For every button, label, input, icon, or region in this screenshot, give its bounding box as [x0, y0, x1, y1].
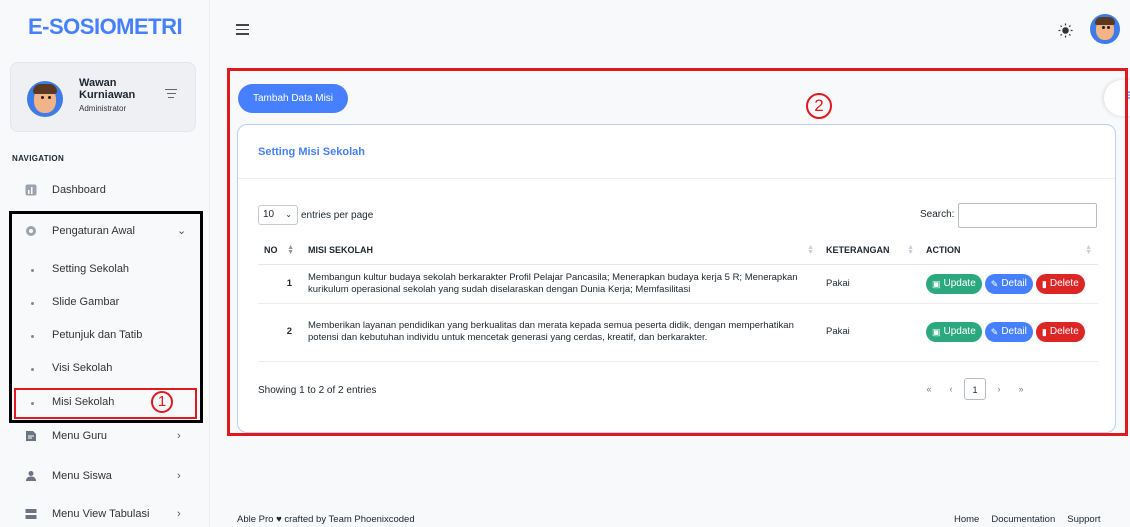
filter-icon[interactable]: [165, 89, 177, 99]
sidebar-item-menu-view-tabulasi[interactable]: Menu View Tabulasi: [52, 508, 149, 520]
dashboard-icon: [25, 184, 37, 196]
sidebar-item-menu-siswa[interactable]: Menu Siswa: [52, 470, 112, 482]
theme-toggle-icon[interactable]: [1058, 23, 1073, 38]
sidebar: E-SOSIOMETRI Wawan Kurniawan Administrat…: [0, 0, 210, 527]
app-logo[interactable]: E-SOSIOMETRI: [28, 14, 183, 40]
header-avatar[interactable]: [1090, 14, 1120, 44]
menu-toggle-icon[interactable]: [236, 24, 249, 35]
chevron-right-icon: ›: [177, 508, 181, 520]
chevron-right-icon: ›: [177, 430, 181, 442]
sidebar-item-dashboard[interactable]: Dashboard: [52, 184, 106, 196]
teacher-icon: [26, 431, 36, 441]
footer-links: Home Documentation Support: [954, 514, 1101, 525]
table-icon: [25, 509, 37, 519]
footer-credit: Able Pro ♥ crafted by Team Phoenixcoded: [237, 514, 415, 525]
footer-link-home[interactable]: Home: [954, 514, 979, 525]
annotation-marker-1: 1: [151, 391, 173, 413]
user-name: Wawan Kurniawan: [79, 77, 136, 101]
nav-caption: NAVIGATION: [12, 154, 65, 163]
annotation-marker-2: 2: [806, 93, 832, 119]
app-root: E-SOSIOMETRI Wawan Kurniawan Administrat…: [0, 0, 1130, 527]
chevron-right-icon: ›: [177, 470, 181, 482]
user-role: Administrator: [79, 104, 127, 113]
user-card: Wawan Kurniawan Administrator: [10, 62, 196, 132]
footer-link-documentation[interactable]: Documentation: [991, 514, 1055, 525]
students-icon: [26, 471, 36, 481]
annotation-box-content: [227, 68, 1128, 436]
avatar: [27, 81, 63, 117]
sidebar-item-menu-guru[interactable]: Menu Guru: [52, 430, 107, 442]
footer-link-support[interactable]: Support: [1067, 514, 1100, 525]
